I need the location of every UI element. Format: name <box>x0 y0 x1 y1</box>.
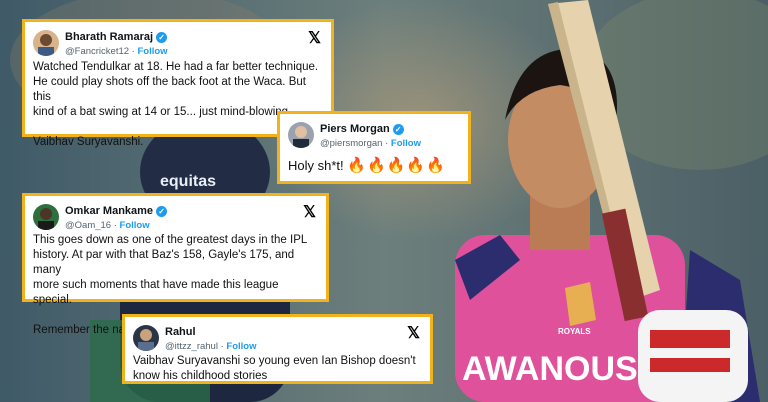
tweet-text: Holy sh*t! <box>288 158 344 173</box>
author-handle: @ittzz_rahul <box>165 341 218 352</box>
x-logo-icon[interactable]: 𝕏 <box>308 31 321 47</box>
avatar <box>133 325 159 351</box>
tweet-card-rahul: Rahul @ittzz_rahul · Follow 𝕏 Vaibhav Su… <box>122 314 433 384</box>
tweet-line: more such moments that have made this le… <box>33 279 279 306</box>
author-handle: @Oam_16 <box>65 220 112 231</box>
follow-button[interactable]: Follow <box>391 138 421 149</box>
verified-badge-icon: ✓ <box>392 124 404 135</box>
author-name: Bharath Ramaraj <box>65 31 154 43</box>
tweet-card-omkar: Omkar Mankame ✓ @Oam_16 · Follow 𝕏 This g… <box>22 193 329 336</box>
x-logo-icon[interactable]: 𝕏 <box>303 205 316 221</box>
tweet-line: He could play shots off the back foot at… <box>33 76 306 103</box>
opponent-sponsor-text: equitas <box>160 173 216 190</box>
author-name: Rahul <box>165 326 196 338</box>
tweet-line: Vaibhav Suryavanshi so young even Ian Bi… <box>133 355 416 367</box>
author-name: Omkar Mankame <box>65 205 154 217</box>
verified-badge-icon: ✓ <box>156 206 168 217</box>
verified-badge-icon: ✓ <box>156 32 168 43</box>
follow-button[interactable]: Follow <box>226 341 256 352</box>
follow-button[interactable]: Follow <box>137 46 167 57</box>
fire-emoji-icons: 🔥🔥🔥🔥🔥 <box>347 157 446 174</box>
svg-text:ROYALS: ROYALS <box>558 327 591 336</box>
author-handle: @Fancricket12 <box>65 46 130 57</box>
tweet-card-piers: Piers Morgan ✓ @piersmorgan · Follow Holy… <box>277 111 471 184</box>
tweet-line: This goes down as one of the greatest da… <box>33 234 308 246</box>
tweet-line: Watched Tendulkar at 18. He had a far be… <box>33 61 319 73</box>
author-name: Piers Morgan <box>320 123 390 135</box>
avatar <box>288 122 314 148</box>
tweet-line: know his childhood stories <box>133 370 268 382</box>
batting-gloves <box>638 310 748 402</box>
x-logo-icon[interactable]: 𝕏 <box>407 326 420 342</box>
jersey-text: AWANOUS <box>462 350 638 388</box>
tweet-line: history. At par with that Baz's 158, Gay… <box>33 249 295 276</box>
avatar <box>33 204 59 230</box>
avatar <box>33 30 59 56</box>
follow-button[interactable]: Follow <box>120 220 150 231</box>
author-handle: @piersmorgan <box>320 138 383 149</box>
